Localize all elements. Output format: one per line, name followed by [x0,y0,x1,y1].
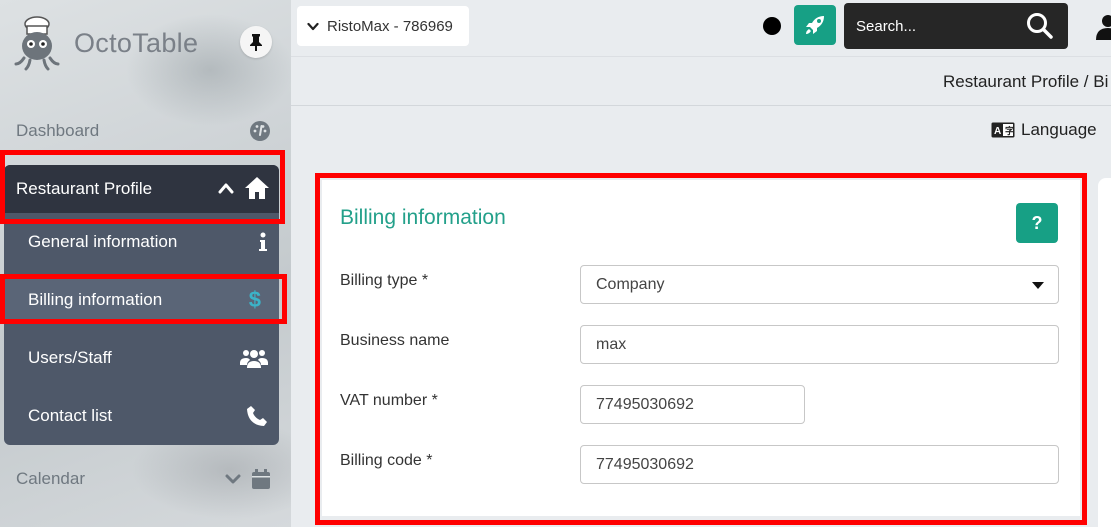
info-icon [259,232,267,251]
sidebar-item-label: Restaurant Profile [16,179,153,198]
sidebar-item-label: Dashboard [16,121,100,140]
business-name-field[interactable] [580,325,1059,364]
restaurant-selector[interactable]: RistoMax - 786969 [297,6,469,46]
search-input[interactable] [856,17,1026,35]
billing-code-label: Billing code * [340,452,433,469]
status-indicator[interactable] [763,17,781,35]
sidebar-item-general-information[interactable]: General information [28,227,268,257]
dollar-icon: $ [248,287,261,312]
restaurant-profile-submenu: Restaurant Profile General information B… [4,165,279,445]
breadcrumb[interactable]: Restaurant Profile / Bi [943,72,1108,92]
sidebar-item-contact-list[interactable]: Contact list [28,401,268,431]
home-icon [245,177,269,199]
restaurant-name: RistoMax - 786969 [327,17,453,35]
billing-type-label: Billing type * [340,272,429,289]
breadcrumb-bar: Restaurant Profile / Bi [291,56,1111,106]
sidebar-item-billing-information[interactable]: Billing information $ [4,279,279,321]
sidebar-item-label: Calendar [16,469,85,488]
translate-icon: A 字 [991,122,1015,138]
billing-code-input[interactable] [596,455,1058,474]
sidebar-item-restaurant-profile[interactable]: Restaurant Profile [4,165,279,213]
pin-icon [250,34,262,51]
vat-number-input[interactable] [596,395,804,414]
calendar-icon [252,469,270,489]
sidebar: OctoTable Dashboard Restaurant Profile G… [0,0,291,527]
rocket-icon [806,16,824,34]
users-icon [240,350,268,368]
vat-number-field[interactable] [580,385,805,424]
billing-type-value: Company [596,275,665,293]
sidebar-item-label: Contact list [28,406,113,425]
brand[interactable]: OctoTable [8,12,198,74]
sidebar-item-calendar[interactable]: Calendar [16,468,271,490]
svg-text:A: A [994,126,1001,137]
sidebar-item-users-staff[interactable]: Users/Staff [28,343,268,373]
billing-code-field[interactable] [580,445,1059,484]
caret-down-icon [1032,282,1044,289]
sidebar-item-label: Users/Staff [28,348,112,367]
dashboard-gauge-icon [250,121,270,141]
pin-sidebar-button[interactable] [240,26,272,58]
card-title: Billing information [340,206,506,229]
topbar: RistoMax - 786969 [291,0,1111,56]
help-button[interactable]: ? [1016,203,1058,243]
sidebar-item-dashboard[interactable]: Dashboard [16,120,271,142]
chevron-down-icon [225,474,241,484]
billing-type-select[interactable]: Company [580,265,1059,304]
octopus-chef-logo-icon [14,16,60,71]
language-label: Language [1021,120,1097,139]
sidebar-item-label: General information [28,232,178,251]
svg-text:字: 字 [1005,125,1014,136]
search-icon[interactable] [1026,12,1054,40]
brand-name: OctoTable [74,27,199,58]
vat-number-label: VAT number * [340,392,438,409]
user-icon[interactable] [1096,14,1111,40]
adjacent-card [1098,178,1111,527]
billing-information-card: Billing information ? Billing type * Com… [322,180,1080,516]
sidebar-item-label: Billing information [28,290,163,309]
chevron-down-icon [307,22,319,30]
language-button[interactable]: A 字 Language [991,120,1097,140]
rocket-button[interactable] [794,5,836,45]
search-box [844,3,1068,49]
phone-icon [247,406,267,426]
chevron-up-icon [218,183,234,194]
business-name-input[interactable] [596,335,1058,354]
business-name-label: Business name [340,332,450,349]
